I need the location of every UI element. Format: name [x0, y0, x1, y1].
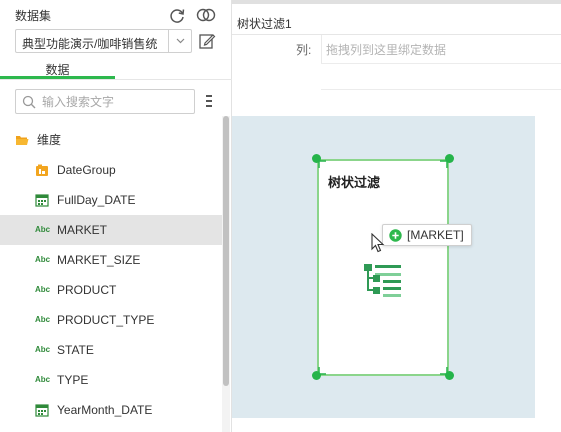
dataset-select-value: 典型功能演示/咖啡销售统 — [22, 37, 158, 51]
tree-item-product[interactable]: Abc PRODUCT — [0, 275, 222, 305]
field-tree: 维度 DateGroup FullDay_DATE Abc MARKET Abc… — [0, 125, 222, 425]
divider — [321, 63, 561, 64]
tree-item-label: YearMonth_DATE — [57, 403, 153, 417]
edit-icon[interactable] — [198, 32, 216, 50]
refresh-icon[interactable] — [168, 6, 186, 24]
tree-item-label: PRODUCT_TYPE — [57, 313, 155, 327]
tree-item-dategroup[interactable]: DateGroup — [0, 155, 222, 185]
drag-field-label: [MARKET] — [407, 228, 464, 242]
tree-item-label: FullDay_DATE — [57, 193, 136, 207]
abc-text-icon: Abc — [35, 285, 51, 294]
tree-folder-label: 维度 — [37, 133, 62, 147]
component-title: 树状过滤1 — [237, 17, 292, 31]
tree-item-yearmonth-date[interactable]: YearMonth_DATE — [0, 395, 222, 425]
calendar-icon — [35, 404, 49, 417]
tree-filter-icon — [364, 264, 401, 297]
chevron-down-icon[interactable] — [168, 30, 191, 52]
tree-item-label: STATE — [57, 343, 94, 357]
abc-text-icon: Abc — [35, 345, 51, 354]
dataset-select[interactable]: 典型功能演示/咖啡销售统 — [15, 29, 192, 53]
design-canvas[interactable]: 树状过滤 [MARKET] — [232, 116, 535, 418]
search-icon — [22, 95, 36, 109]
scrollbar-thumb[interactable] — [223, 116, 229, 386]
data-panel: 数据集 典型功能演示/咖啡销售统 数据 输入搜索文字 维度 DateGroup … — [0, 0, 232, 432]
tree-folder-dimension[interactable]: 维度 — [0, 125, 222, 155]
search-box[interactable] — [15, 89, 195, 114]
tree-item-label: MARKET — [57, 223, 108, 237]
tree-item-label: MARKET_SIZE — [57, 253, 141, 267]
tree-item-type[interactable]: Abc TYPE — [0, 365, 222, 395]
column-label: 列: — [296, 43, 312, 57]
corner-mark-icon — [440, 160, 448, 168]
tree-item-label: TYPE — [57, 373, 89, 387]
tab-data[interactable]: 数据 — [0, 61, 115, 79]
abc-text-icon: Abc — [35, 225, 51, 234]
more-menu-icon[interactable] — [205, 94, 213, 108]
plus-circle-icon — [389, 229, 402, 242]
abc-text-icon: Abc — [35, 315, 51, 324]
tree-item-market[interactable]: Abc MARKET — [0, 215, 222, 245]
mouse-cursor-icon — [371, 233, 385, 253]
app-window: 数据集 典型功能演示/咖啡销售统 数据 输入搜索文字 维度 DateGroup … — [0, 0, 561, 432]
corner-mark-icon — [440, 367, 448, 375]
tree-item-state[interactable]: Abc STATE — [0, 335, 222, 365]
tree-item-label: PRODUCT — [57, 283, 117, 297]
drag-field-tooltip: [MARKET] — [382, 224, 472, 246]
tree-filter-widget[interactable]: 树状过滤 — [317, 159, 449, 376]
dataset-manage-icon[interactable] — [196, 6, 216, 24]
widget-title: 树状过滤 — [328, 175, 381, 190]
component-panel: 树状过滤1 列: 拖拽列到这里绑定数据 树状过滤 [MARKET] — [232, 0, 561, 432]
tree-item-label: DateGroup — [57, 163, 116, 177]
abc-text-icon: Abc — [35, 255, 51, 264]
tree-item-product-type[interactable]: Abc PRODUCT_TYPE — [0, 305, 222, 335]
top-divider — [232, 0, 561, 4]
corner-mark-icon — [318, 160, 326, 168]
abc-text-icon: Abc — [35, 375, 51, 384]
calendar-icon — [35, 194, 49, 207]
tree-item-market-size[interactable]: Abc MARKET_SIZE — [0, 245, 222, 275]
dataset-title: 数据集 — [15, 9, 52, 23]
corner-mark-icon — [318, 367, 326, 375]
tree-scrollbar[interactable] — [222, 116, 230, 432]
column-drop-zone[interactable]: 拖拽列到这里绑定数据 — [321, 35, 561, 63]
date-group-icon — [36, 164, 48, 176]
column-drop-placeholder: 拖拽列到这里绑定数据 — [326, 43, 447, 57]
tree-item-fullday-date[interactable]: FullDay_DATE — [0, 185, 222, 215]
search-input[interactable] — [42, 93, 190, 110]
tab-divider — [0, 79, 232, 80]
folder-open-icon — [16, 136, 29, 145]
divider — [321, 89, 561, 90]
